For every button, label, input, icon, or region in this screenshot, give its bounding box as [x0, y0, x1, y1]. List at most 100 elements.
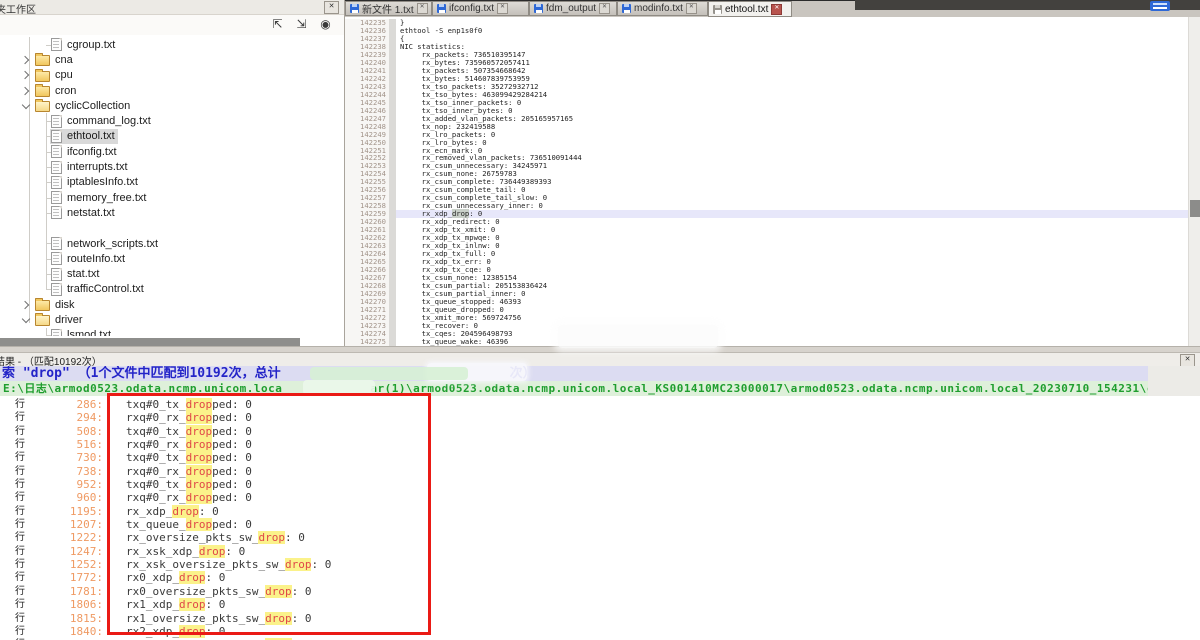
result-row[interactable]: 行730:txq#0_tx_dropped: 0 [0, 451, 1200, 464]
chevron-right-icon[interactable] [22, 71, 30, 79]
tree-item-routeinfo-txt[interactable]: routeInfo.txt [0, 251, 344, 266]
chevron-right-icon[interactable] [22, 301, 30, 309]
tree-scrollbar-thumb[interactable] [0, 338, 300, 346]
tree-item-cycliccollection[interactable]: cyclicCollection [0, 98, 344, 113]
row-prefix-label: 行 [15, 411, 29, 424]
tab-close-icon[interactable]: ✕ [686, 3, 697, 14]
tab-ethtool-txt[interactable]: ethtool.txt✕ [708, 1, 792, 17]
tab-close-icon[interactable]: ✕ [599, 3, 610, 14]
tree-item-label: netstat.txt [67, 207, 115, 219]
tree-item-ethtool-txt[interactable]: ethtool.txt [0, 129, 344, 144]
text-editor[interactable]: 142235}142236ethtool -S enp1s0f0142237{1… [345, 17, 1188, 346]
chevron-right-icon[interactable] [22, 87, 30, 95]
panel-splitter[interactable] [0, 346, 1200, 353]
tab-ifconfig-txt[interactable]: ifconfig.txt✕ [432, 1, 529, 16]
file-icon [51, 130, 62, 143]
result-row[interactable]: 行952:txq#0_tx_dropped: 0 [0, 478, 1200, 491]
collapse-all-icon[interactable]: ⇲ [293, 17, 310, 32]
tree-item-disk[interactable]: disk [0, 297, 344, 312]
tree-item-trafficcontrol-txt[interactable]: trafficControl.txt [0, 282, 344, 297]
tree-item-ifconfig-txt[interactable]: ifconfig.txt [0, 144, 344, 159]
fold-margin [389, 298, 396, 306]
match-highlight: drop [186, 438, 213, 451]
result-row[interactable]: 行1840:rx2_xdp_drop: 0 [0, 625, 1200, 638]
result-row[interactable]: 行1781:rx0_oversize_pkts_sw_drop: 0 [0, 585, 1200, 598]
tree-item-network-scripts-txt[interactable]: network_scripts.txt [0, 236, 344, 251]
fold-margin [389, 226, 396, 234]
fold-margin [389, 99, 396, 107]
tab-新文件-1-txt[interactable]: 新文件 1.txt✕ [345, 1, 432, 16]
tree-item-label: trafficControl.txt [67, 283, 144, 295]
search-results-panel: 结果 - （匹配10192次） ✕ 索 "drop" （1个文件中匹配到1019… [0, 353, 1200, 640]
result-row[interactable]: 行516:rxq#0_rx_dropped: 0 [0, 438, 1200, 451]
tree-item-wrap: interrupts.txt [50, 160, 131, 175]
tree-item-driver[interactable]: driver [0, 312, 344, 327]
tree-item-interrupts-txt[interactable]: interrupts.txt [0, 159, 344, 174]
redacted-gap [282, 391, 370, 392]
fold-margin [389, 147, 396, 155]
floppy-save-icon [350, 4, 359, 13]
folder-open-icon [35, 101, 50, 112]
fold-margin [389, 306, 396, 314]
result-row[interactable]: 行960:rxq#0_rx_dropped: 0 [0, 491, 1200, 504]
result-text: rx0_xdp_drop: 0 [126, 571, 225, 584]
tree-item-label: lsmod.txt [67, 329, 111, 336]
tree-item-netstat-txt[interactable]: netstat.txt [0, 205, 344, 220]
tree-item-cron[interactable]: cron [0, 83, 344, 98]
tree-item-label: routeInfo.txt [67, 253, 125, 265]
tab-close-icon[interactable]: ✕ [771, 4, 782, 15]
result-text: txq#0_tx_dropped: 0 [126, 451, 252, 464]
chevron-down-icon[interactable] [22, 316, 30, 324]
tree-item-lsmod-txt[interactable]: lsmod.txt [0, 328, 344, 336]
result-row[interactable]: 行1772: rx0_xdp_drop: 0 [0, 571, 1200, 584]
editor-vertical-scrollbar[interactable] [1188, 17, 1200, 346]
tree-item-label: ifconfig.txt [67, 146, 117, 158]
tree-item-wrap: ifconfig.txt [50, 144, 120, 159]
tree-item-stat-txt[interactable]: stat.txt [0, 266, 344, 281]
result-row[interactable]: 行286:txq#0_tx_dropped: 0 [0, 398, 1200, 411]
folder-icon [35, 71, 50, 82]
line-text: rx_xdp_tx_full: 0 [396, 250, 1188, 258]
result-row[interactable]: 行1806:rx1_xdp_drop: 0 [0, 598, 1200, 611]
result-row[interactable]: 行508:txq#0_tx_dropped: 0 [0, 425, 1200, 438]
match-highlight: drop [186, 478, 213, 491]
editor-scrollbar-thumb[interactable] [1190, 200, 1200, 217]
tree-item-iptablesinfo-txt[interactable]: iptablesInfo.txt [0, 175, 344, 190]
result-row[interactable]: 行1222:rx_oversize_pkts_sw_drop: 0 [0, 531, 1200, 544]
tree-item-memory-free-txt[interactable]: memory_free.txt [0, 190, 344, 205]
tree-item-label: cron [55, 85, 76, 97]
tree-item-cpu[interactable]: cpu [0, 68, 344, 83]
result-row[interactable]: 行1195:rx_xdp_drop: 0 [0, 505, 1200, 518]
tab-fdm-output[interactable]: fdm_output✕ [529, 1, 617, 16]
expand-all-icon[interactable]: ⇱ [269, 17, 286, 32]
tab-close-icon[interactable]: ✕ [497, 3, 508, 14]
fold-margin [389, 139, 396, 147]
result-row[interactable]: 行1207:tx_queue_dropped: 0 [0, 518, 1200, 531]
tab-modinfo-txt[interactable]: modinfo.txt✕ [617, 1, 708, 16]
tree-item-cna[interactable]: cna [0, 52, 344, 67]
result-text: rxq#0_rx_dropped: 0 [126, 438, 252, 451]
fold-margin [389, 218, 396, 226]
result-row[interactable]: 行1247:rx_xsk_xdp_drop: 0 [0, 545, 1200, 558]
result-row[interactable]: 行1815:rx1_oversize_pkts_sw_drop: 0 [0, 612, 1200, 625]
match-highlight: drop [186, 398, 213, 411]
tree-item-cgroup-txt[interactable]: cgroup.txt [0, 37, 344, 52]
search-file-path-line[interactable]: E:\日志\armod0523.odata.ncmp.unicom.locaar… [0, 381, 1148, 396]
search-summary-line[interactable]: 索 "drop" （1个文件中匹配到10192次，总计次） [0, 366, 1148, 381]
locate-file-icon[interactable]: ◉ [317, 17, 334, 32]
tree-item-command-log-txt[interactable]: command_log.txt [0, 113, 344, 128]
result-row[interactable]: 行1252:rx_xsk_oversize_pkts_sw_drop: 0 [0, 558, 1200, 571]
result-line-number: 516: [29, 438, 103, 451]
result-line-number: 1806: [29, 598, 103, 611]
tree-item-wrap: trafficControl.txt [50, 282, 147, 297]
result-row[interactable]: 行294:rxq#0_rx_dropped: 0 [0, 411, 1200, 424]
result-line-number: 1772: [29, 571, 103, 584]
workspace-close-icon[interactable]: ✕ [324, 1, 339, 14]
file-path-suffix: ar(1)\armod0523.odata.ncmp.unicom.local_… [370, 382, 1148, 395]
result-text: rx0_oversize_pkts_sw_drop: 0 [126, 585, 311, 598]
chevron-down-icon[interactable] [22, 102, 30, 110]
row-prefix-label: 行 [15, 571, 29, 584]
tab-close-icon[interactable]: ✕ [417, 3, 428, 14]
chevron-right-icon[interactable] [22, 56, 30, 64]
result-row[interactable]: 行738:rxq#0_rx_dropped: 0 [0, 465, 1200, 478]
